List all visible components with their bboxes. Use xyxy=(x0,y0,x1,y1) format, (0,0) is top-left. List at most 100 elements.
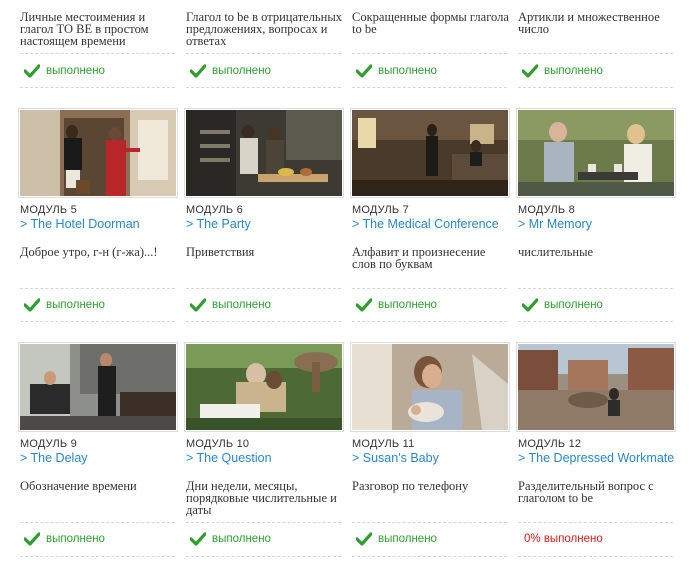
status-label: выполнено xyxy=(46,533,105,545)
lesson-card: Личные местоимения и глагол TO BE в прос… xyxy=(20,10,178,48)
party-scene xyxy=(186,110,342,196)
checkmark-icon xyxy=(24,532,40,546)
lesson-card: Сокращенные формы глагола to be xyxy=(352,10,510,36)
module-thumbnail[interactable] xyxy=(184,108,344,198)
checkmark-icon xyxy=(190,298,206,312)
lesson-description: Артикли и множественное число xyxy=(518,10,660,36)
module-title-link[interactable]: > The Question xyxy=(186,451,272,465)
status-completed: выполнено xyxy=(190,297,271,313)
divider xyxy=(352,288,507,289)
divider xyxy=(518,288,673,289)
module-topic: Разговор по телефону xyxy=(352,479,469,493)
status-label: 0% выполнено xyxy=(524,533,603,545)
divider xyxy=(20,556,175,557)
depressed-workmate-scene xyxy=(518,344,674,430)
lesson-description: Глагол to be в отрицательных предложения… xyxy=(186,10,342,48)
module-number: МОДУЛЬ 8 xyxy=(518,204,575,216)
module-topic: Обозначение времени xyxy=(20,479,137,493)
module-topic: Приветствия xyxy=(186,245,255,259)
divider xyxy=(352,53,507,54)
module-title-link[interactable]: > The Party xyxy=(186,217,251,231)
status-progress: 0% выполнено xyxy=(524,531,603,547)
divider xyxy=(518,522,673,523)
status-completed: выполнено xyxy=(522,63,603,79)
divider xyxy=(518,53,673,54)
divider xyxy=(186,87,341,88)
checkmark-icon xyxy=(190,532,206,546)
divider xyxy=(186,288,341,289)
divider xyxy=(20,288,175,289)
status-label: выполнено xyxy=(46,65,105,77)
checkmark-icon xyxy=(356,298,372,312)
module-number: МОДУЛЬ 9 xyxy=(20,438,77,450)
module-number: МОДУЛЬ 12 xyxy=(518,438,582,450)
status-label: выполнено xyxy=(378,299,437,311)
divider xyxy=(518,556,673,557)
module-thumbnail[interactable] xyxy=(350,108,510,198)
divider xyxy=(186,556,341,557)
lesson-card: Артикли и множественное число xyxy=(518,10,676,36)
divider xyxy=(186,522,341,523)
module-thumbnail[interactable] xyxy=(516,108,676,198)
divider xyxy=(352,522,507,523)
module-topic: Дни недели, месяцы, порядковые числитель… xyxy=(186,479,337,517)
module-title-link[interactable]: > The Depressed Workmate xyxy=(518,451,674,465)
divider xyxy=(518,87,673,88)
divider xyxy=(186,321,341,322)
status-completed: выполнено xyxy=(356,531,437,547)
susans-baby-scene xyxy=(352,344,508,430)
status-label: выполнено xyxy=(212,299,271,311)
question-garden-scene xyxy=(186,344,342,430)
status-label: выполнено xyxy=(544,65,603,77)
divider xyxy=(352,556,507,557)
divider xyxy=(352,321,507,322)
module-title-link[interactable]: > Mr Memory xyxy=(518,217,592,231)
module-topic: Алфавит и произнесение слов по буквам xyxy=(352,245,486,271)
status-completed: выполнено xyxy=(190,63,271,79)
module-topic: Доброе утро, г-н (г-жа)...! xyxy=(20,245,158,259)
status-completed: выполнено xyxy=(24,531,105,547)
divider xyxy=(518,321,673,322)
checkmark-icon xyxy=(522,298,538,312)
medical-conference-scene xyxy=(352,110,508,196)
module-thumbnail[interactable] xyxy=(516,342,676,432)
status-label: выполнено xyxy=(544,299,603,311)
status-completed: выполнено xyxy=(24,297,105,313)
module-number: МОДУЛЬ 10 xyxy=(186,438,250,450)
status-completed: выполнено xyxy=(356,63,437,79)
module-topic: Разделительный вопрос с глаголом to be xyxy=(518,479,654,505)
module-thumbnail[interactable] xyxy=(184,342,344,432)
checkmark-icon xyxy=(190,64,206,78)
lesson-description: Личные местоимения и глагол TO BE в прос… xyxy=(20,10,149,48)
module-number: МОДУЛЬ 5 xyxy=(20,204,77,216)
checkmark-icon xyxy=(356,64,372,78)
module-thumbnail[interactable] xyxy=(18,342,178,432)
checkmark-icon xyxy=(24,298,40,312)
hotel-doorman-scene xyxy=(20,110,176,196)
divider xyxy=(20,522,175,523)
checkmark-icon xyxy=(356,532,372,546)
mr-memory-scene xyxy=(518,110,674,196)
status-label: выполнено xyxy=(46,299,105,311)
divider xyxy=(20,53,175,54)
lesson-description: Сокращенные формы глагола to be xyxy=(352,10,509,36)
module-title-link[interactable]: > The Delay xyxy=(20,451,88,465)
module-thumbnail[interactable] xyxy=(18,108,178,198)
status-completed: выполнено xyxy=(190,531,271,547)
checkmark-icon xyxy=(24,64,40,78)
divider xyxy=(186,53,341,54)
module-title-link[interactable]: > Susan's Baby xyxy=(352,451,439,465)
module-thumbnail[interactable] xyxy=(350,342,510,432)
status-label: выполнено xyxy=(378,65,437,77)
divider xyxy=(20,321,175,322)
module-number: МОДУЛЬ 6 xyxy=(186,204,243,216)
status-label: выполнено xyxy=(212,65,271,77)
module-title-link[interactable]: > The Medical Conference xyxy=(352,217,499,231)
divider xyxy=(352,87,507,88)
module-title-link[interactable]: > The Hotel Doorman xyxy=(20,217,140,231)
lesson-card: Глагол to be в отрицательных предложения… xyxy=(186,10,344,48)
status-completed: выполнено xyxy=(356,297,437,313)
status-label: выполнено xyxy=(378,533,437,545)
checkmark-icon xyxy=(522,64,538,78)
divider xyxy=(20,87,175,88)
